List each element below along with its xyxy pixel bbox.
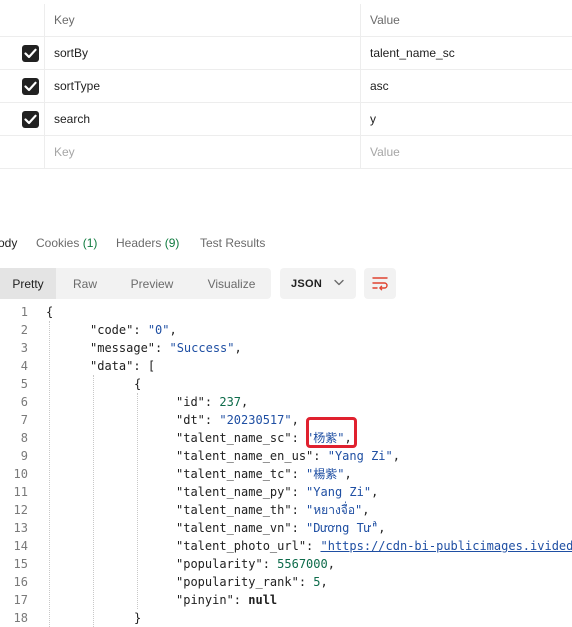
param-enabled-checkbox[interactable] [22,45,39,62]
response-toolbar: Pretty Raw Preview Visualize JSON [0,268,572,299]
param-row: search y [0,103,572,136]
param-row: sortBy talent_name_sc [0,37,572,70]
code-line: "code": "0", [90,323,177,337]
param-row: sortType asc [0,70,572,103]
view-pretty-button[interactable]: Pretty [0,268,56,299]
param-value[interactable]: asc [370,70,389,102]
line-number: 8 [20,431,28,445]
view-raw-button[interactable]: Raw [58,268,112,299]
line-number: 5 [20,377,28,391]
code-line: "popularity": 5567000, [176,557,335,571]
new-param-value-input[interactable]: Value [370,136,400,168]
code-line: } [134,611,142,625]
code-line: "dt": "20230517", [176,413,299,427]
param-key[interactable]: sortType [54,70,100,102]
photo-url-link[interactable]: "https://cdn-bi-publicimages.ivided [321,539,572,553]
param-value[interactable]: y [370,103,376,135]
code-line: "data": [ [90,359,156,373]
line-number: 16 [13,575,28,589]
code-line: "talent_name_tc": "楊紫", [176,467,352,481]
headers-count: (9) [164,236,180,250]
line-number: 17 [13,593,28,607]
checkbox-column-header [0,4,45,36]
tab-headers-label: Headers [116,236,162,250]
line-number: 3 [20,341,28,355]
chevron-down-icon [334,279,344,286]
cookies-count: (1) [82,236,98,250]
check-icon [24,48,37,59]
line-number: 9 [20,449,28,463]
view-visualize-button[interactable]: Visualize [192,268,271,299]
line-number: 6 [20,395,28,409]
code-line: { [134,377,142,391]
value-column-header: Value [370,13,400,27]
code-line: "talent_name_en_us": "Yang Zi", [176,449,400,463]
param-enabled-checkbox[interactable] [22,78,39,95]
code-line: "talent_name_vn": "Dương Tử", [176,521,386,535]
tab-test-results[interactable]: Test Results [200,236,265,250]
code-line: "talent_name_th": "หยางจื่อ", [176,503,370,517]
param-enabled-checkbox[interactable] [22,111,39,128]
line-number: 13 [13,521,28,535]
param-value[interactable]: talent_name_sc [370,37,455,69]
new-param-key-input[interactable]: Key [54,136,75,168]
indent-guide [93,375,94,627]
wrap-lines-button[interactable] [364,268,396,299]
code-line: "pinyin": null [176,593,278,607]
line-number: 18 [13,611,28,625]
line-number: 1 [20,305,28,319]
code-line: "talent_photo_url": "https://cdn-bi-publ… [176,539,572,553]
check-icon [24,81,37,92]
param-key[interactable]: sortBy [54,37,88,69]
new-param-row: Key Value [0,136,572,169]
indent-guide [49,321,50,627]
check-icon [24,114,37,125]
line-number: 14 [13,539,28,553]
param-key[interactable]: search [54,103,90,135]
tab-cookies-label: Cookies [36,236,80,250]
annotation-highlight-box [306,417,357,448]
params-header-row: Key Value [0,4,572,37]
format-select-value: JSON [291,277,323,290]
code-line: "popularity_rank": 5, [176,575,328,589]
key-column-header: Key [54,13,75,27]
wrap-lines-icon [372,277,388,291]
code-line: "talent_name_py": "Yang Zi", [176,485,379,499]
response-tabs: ody Cookies (1) Headers (9) Test Results [0,228,572,260]
tab-headers[interactable]: Headers (9) [116,236,179,250]
line-number: 12 [13,503,28,517]
indent-guide [137,393,138,609]
view-mode-switcher: Pretty Raw Preview Visualize [0,268,271,299]
line-number: 4 [20,359,28,373]
line-number: 2 [20,323,28,337]
response-body-code[interactable]: 1 2 3 4 5 6 7 8 9 10 11 12 13 14 15 16 1… [0,303,572,627]
code-line: "message": "Success", [90,341,242,355]
code-line: "id": 237, [176,395,249,409]
line-number: 15 [13,557,28,571]
format-select[interactable]: JSON [280,268,356,299]
tab-body[interactable]: ody [0,236,17,250]
code-line: { [46,305,54,319]
view-preview-button[interactable]: Preview [114,268,190,299]
line-number: 10 [13,467,28,481]
tab-cookies[interactable]: Cookies (1) [36,236,97,250]
line-number: 11 [13,485,28,499]
line-number: 7 [20,413,28,427]
